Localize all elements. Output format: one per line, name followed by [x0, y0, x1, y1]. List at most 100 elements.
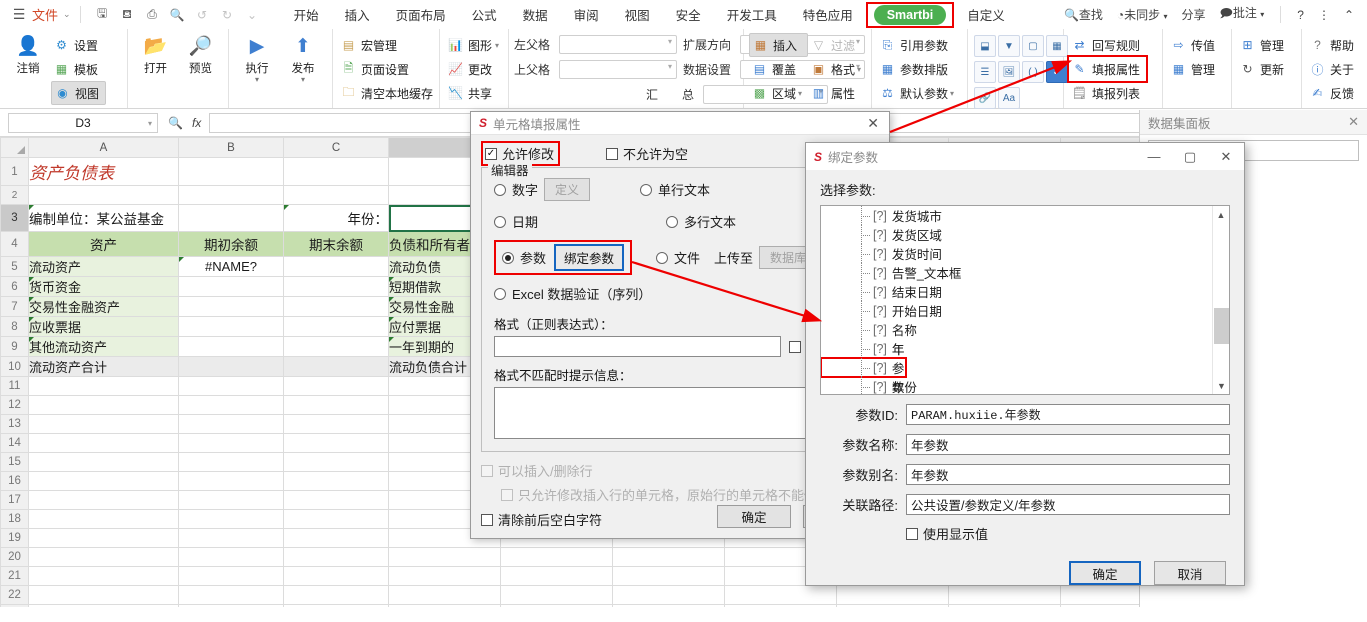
radio-param[interactable]: 参数 — [502, 248, 546, 267]
find-button[interactable]: 🔍查找 — [1057, 6, 1110, 23]
cell-c4[interactable]: 期末余额 — [283, 231, 389, 257]
hamburger-icon[interactable]: ☰ — [8, 6, 30, 23]
tab-data[interactable]: 数据 — [510, 1, 561, 28]
ok-button[interactable]: 确定 — [717, 505, 791, 528]
param-name-input[interactable]: 年参数 — [906, 434, 1230, 455]
row-header-16[interactable]: 16 — [0, 471, 29, 491]
cell-c11[interactable] — [283, 376, 389, 396]
radio-single-line-text[interactable]: 单行文本 — [640, 180, 790, 199]
chart-button[interactable]: 📊 图形 ▾ — [445, 33, 505, 57]
fill-property-button[interactable]: ✎ 填报属性 — [1066, 55, 1149, 83]
help-icon[interactable]: ? — [1290, 8, 1311, 22]
list-item-selected[interactable]: [?] 年参数 — [821, 343, 907, 394]
cell-e23[interactable] — [500, 604, 613, 607]
tab-review[interactable]: 审阅 — [561, 1, 612, 28]
macro-manage-button[interactable]: ▤ 宏管理 — [338, 33, 439, 57]
cell-b6[interactable] — [178, 276, 284, 297]
chevron-down-icon[interactable]: ▾ — [495, 41, 499, 50]
dialog-titlebar[interactable]: S 绑定参数 — ▢ ✕ — [806, 143, 1244, 170]
cell-c10[interactable] — [283, 356, 389, 377]
save-icon[interactable]: 🖫 — [90, 4, 115, 26]
cell-a12[interactable] — [28, 395, 179, 415]
cell-a11[interactable] — [28, 376, 179, 396]
cell-g23[interactable] — [724, 604, 837, 607]
cell-c20[interactable] — [283, 547, 389, 567]
cell-c7[interactable] — [283, 296, 389, 317]
chart-change-button[interactable]: 📈 更改 — [445, 57, 505, 81]
cell-a1[interactable]: 资产负债表 — [28, 157, 179, 186]
cell-c8[interactable] — [283, 316, 389, 337]
chevron-down-icon[interactable]: ▾ — [301, 76, 305, 84]
cell-a3[interactable]: 编制单位：某公益基金 — [28, 204, 179, 232]
chevron-down-icon[interactable]: ▾ — [798, 89, 802, 98]
cell-a2[interactable] — [28, 185, 179, 205]
cell-b7[interactable] — [178, 296, 284, 317]
cell-f22[interactable] — [612, 585, 725, 605]
cell-c16[interactable] — [283, 471, 389, 491]
row-header-8[interactable]: 8 — [0, 316, 29, 337]
cell-b16[interactable] — [178, 471, 284, 491]
row-header-22[interactable]: 22 — [0, 585, 29, 605]
cell-e20[interactable] — [500, 547, 613, 567]
tab-page-layout[interactable]: 页面布局 — [383, 1, 459, 28]
clear-cache-button[interactable]: 🗀 清空本地缓存 — [338, 81, 439, 105]
property-button[interactable]: ▥ 属性 — [808, 81, 867, 105]
tab-special-app[interactable]: 特色应用 — [790, 1, 866, 28]
radio-multi-line-text[interactable]: 多行文本 — [666, 212, 816, 231]
cell-b9[interactable] — [178, 336, 284, 357]
execute-button[interactable]: ▶ 执行 ▾ — [234, 33, 280, 84]
row-header-19[interactable]: 19 — [0, 528, 29, 548]
chevron-down-icon[interactable]: ⌄ — [63, 9, 71, 20]
close-icon[interactable]: ✕ — [1348, 114, 1359, 130]
fx-icon[interactable]: fx — [192, 116, 201, 130]
cell-b3[interactable] — [178, 204, 284, 232]
print-preview-icon[interactable]: 🔍 — [165, 4, 190, 26]
cell-b15[interactable] — [178, 452, 284, 472]
chevron-up-icon[interactable]: ⌃ — [1337, 8, 1361, 22]
manage-button[interactable]: ⊞ 管理 — [1237, 33, 1290, 57]
customize-qat-icon[interactable]: ⌄ — [240, 4, 265, 26]
tab-insert[interactable]: 插入 — [332, 1, 383, 28]
list-control-icon[interactable]: ☰ — [974, 61, 996, 83]
list-item[interactable]: [?] 名称 — [821, 320, 1229, 339]
cell-a17[interactable] — [28, 490, 179, 510]
row-header-13[interactable]: 13 — [0, 414, 29, 434]
row-header-10[interactable]: 10 — [0, 356, 29, 377]
cell-c15[interactable] — [283, 452, 389, 472]
cell-i23[interactable] — [948, 604, 1061, 607]
cancel-button[interactable]: 取消 — [1154, 561, 1226, 585]
chevron-down-icon[interactable]: ▾ — [255, 76, 259, 84]
tab-custom[interactable]: 自定义 — [954, 1, 1018, 28]
close-icon[interactable]: ✕ — [1208, 144, 1244, 170]
row-header-3[interactable]: 3 — [0, 204, 29, 232]
cell-c22[interactable] — [283, 585, 389, 605]
param-alias-input[interactable]: 年参数 — [906, 464, 1230, 485]
update-button[interactable]: ↻ 更新 — [1237, 57, 1290, 81]
undo-icon[interactable]: ↺ — [190, 4, 215, 26]
cell-b12[interactable] — [178, 395, 284, 415]
cell-d22[interactable] — [388, 585, 501, 605]
maximize-icon[interactable]: ▢ — [1172, 144, 1208, 170]
list-item[interactable]: [?] 年 — [821, 339, 1229, 358]
panel-control-icon[interactable]: ▢ — [1022, 35, 1044, 57]
settings-button[interactable]: ⚙ 设置 — [51, 33, 106, 57]
scroll-up-icon[interactable]: ▲ — [1213, 206, 1229, 223]
about-button[interactable]: ⓘ 关于 — [1307, 57, 1360, 81]
dropdown-control-icon[interactable]: ▼ — [998, 35, 1020, 57]
cell-b18[interactable] — [178, 509, 284, 529]
column-header-b[interactable]: B — [178, 137, 284, 158]
comment-button[interactable]: 🗩批注 ▾ — [1213, 4, 1272, 25]
row-header-21[interactable]: 21 — [0, 566, 29, 586]
open-button[interactable]: 📂 打开 — [133, 33, 178, 76]
tab-dev-tools[interactable]: 开发工具 — [714, 1, 790, 28]
cell-b5[interactable]: #NAME? — [178, 256, 284, 277]
image-control-icon[interactable]: 🖼 — [998, 61, 1020, 83]
list-item[interactable]: [?] 发货时间 — [821, 244, 1229, 263]
magnifier-icon[interactable]: 🔍 — [168, 116, 183, 130]
tab-security[interactable]: 安全 — [663, 1, 714, 28]
cell-b1[interactable] — [178, 157, 284, 186]
cell-c21[interactable] — [283, 566, 389, 586]
radio-excel-validation[interactable]: Excel 数据验证（序列） — [494, 284, 651, 303]
row-header-15[interactable]: 15 — [0, 452, 29, 472]
row-header-14[interactable]: 14 — [0, 433, 29, 453]
